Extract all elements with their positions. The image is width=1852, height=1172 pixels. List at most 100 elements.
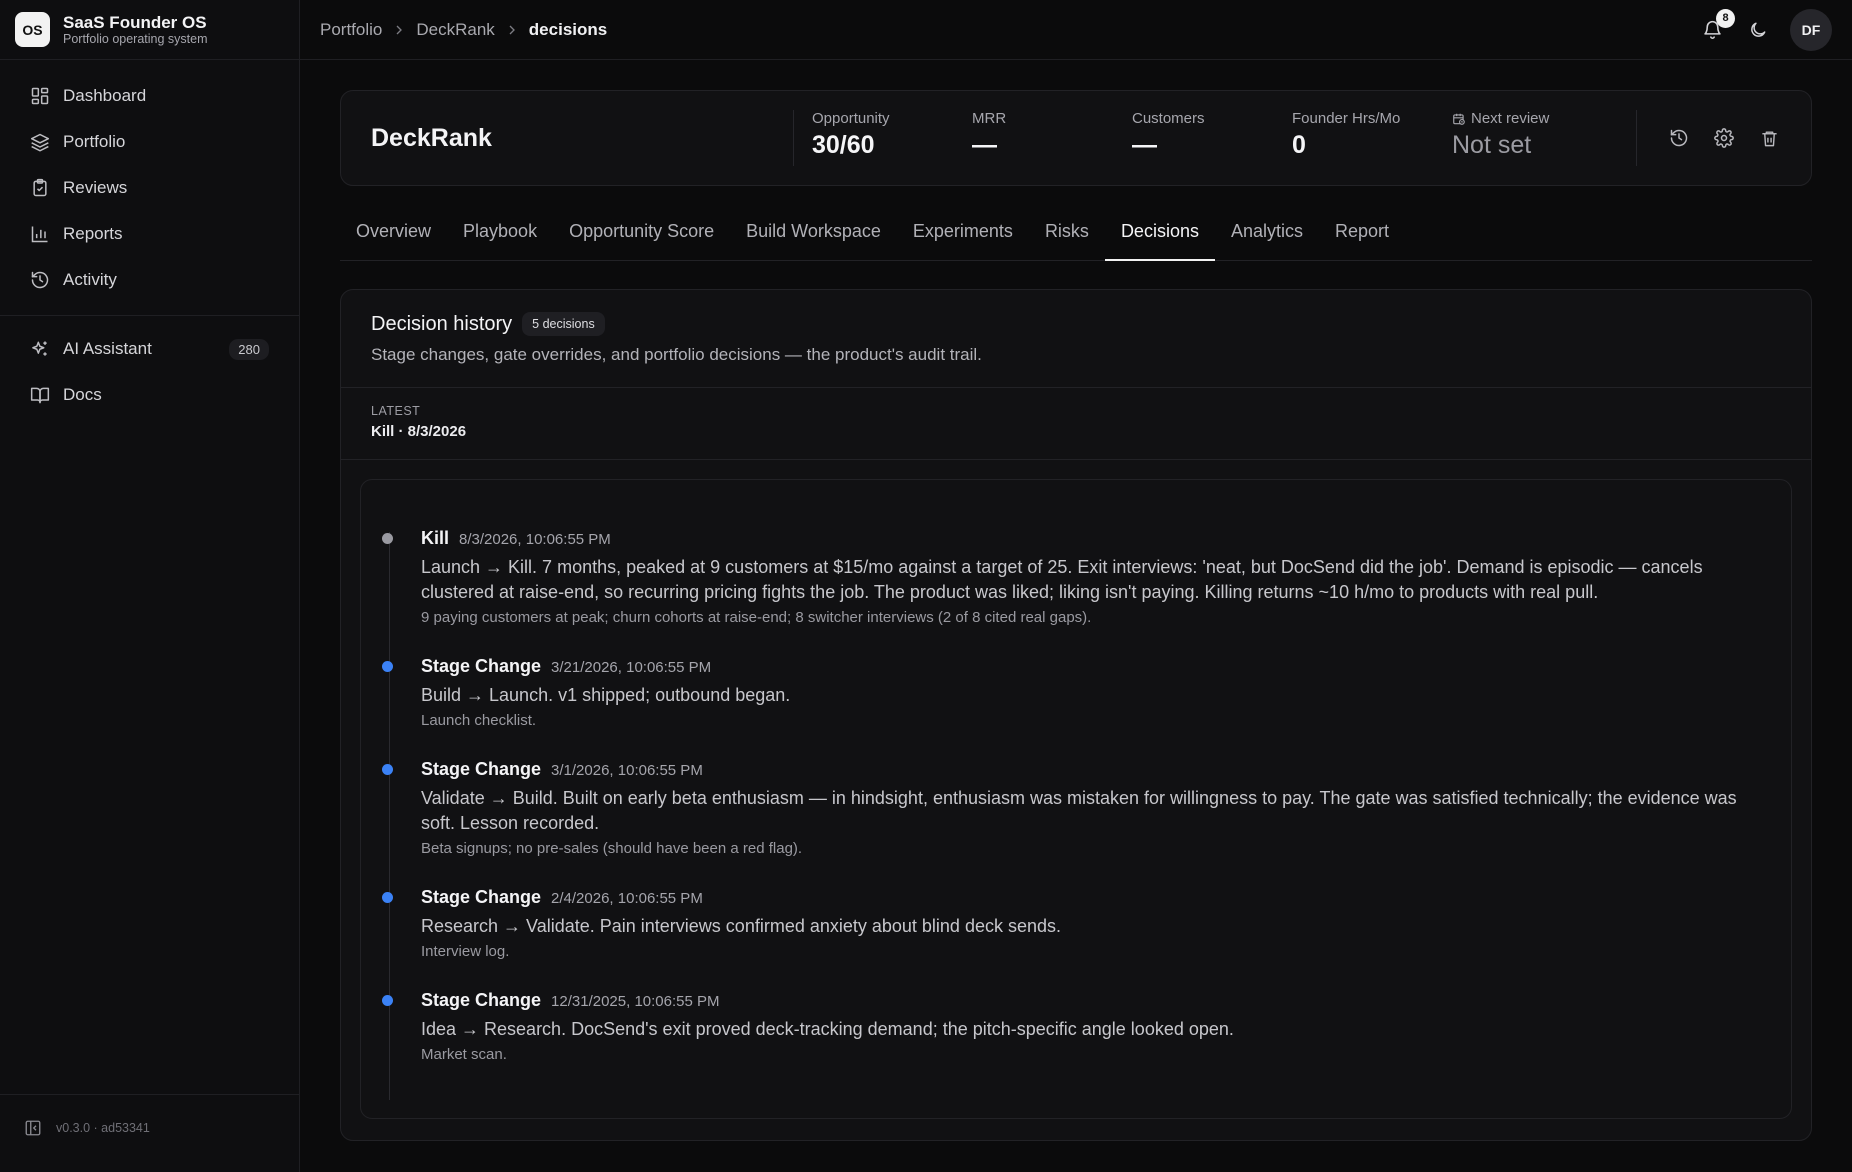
sidebar-item-label: Docs — [63, 385, 102, 404]
history-button[interactable] — [1667, 126, 1691, 150]
product-header-card: DeckRank Opportunity 30/60 MRR — Custome… — [340, 90, 1812, 186]
sidebar-item-label: Portfolio — [63, 132, 126, 151]
history-icon — [1669, 128, 1689, 148]
sidebar-item-docs[interactable]: Docs — [0, 372, 299, 418]
entry-evidence: Interview log. — [421, 943, 510, 960]
timeline-dot — [382, 995, 393, 1006]
product-tabs: Overview Playbook Opportunity Score Buil… — [340, 203, 1812, 261]
entry-evidence: Launch checklist. — [421, 712, 537, 729]
sidebar-item-activity[interactable]: Activity — [0, 257, 299, 303]
sidebar-item-ai-assistant[interactable]: AI Assistant 280 — [0, 326, 299, 372]
tab-experiments[interactable]: Experiments — [897, 203, 1029, 260]
theme-toggle-button[interactable] — [1746, 18, 1770, 42]
entry-date: 3/1/2026, 10:06:55 PM — [551, 762, 703, 779]
entry-text: Research → Validate. Pain interviews con… — [421, 916, 1062, 936]
calendar-clock-icon — [1452, 112, 1466, 126]
tab-report[interactable]: Report — [1319, 203, 1405, 260]
entry-type: Stage Change — [421, 887, 542, 907]
stat-label: MRR — [972, 110, 1007, 127]
breadcrumb-product[interactable]: DeckRank — [416, 20, 494, 40]
brand[interactable]: OS SaaS Founder OS Portfolio operating s… — [0, 0, 299, 60]
sidebar-item-portfolio[interactable]: Portfolio — [0, 119, 299, 165]
ai-assistant-count-badge: 280 — [229, 338, 269, 360]
avatar[interactable]: DF — [1790, 8, 1832, 51]
delete-button[interactable] — [1757, 126, 1781, 150]
sidebar-item-label: Reports — [63, 224, 123, 243]
section-title-row: Decision history 5 decisions — [371, 312, 1781, 336]
section-title: Decision history — [371, 312, 513, 335]
decision-history-card: Decision history 5 decisions Stage chang… — [340, 289, 1812, 1141]
sparkles-icon — [30, 339, 50, 359]
topbar-actions: 8 DF — [1678, 8, 1832, 51]
sidebar-item-reviews[interactable]: Reviews — [0, 165, 299, 211]
entry-evidence: Market scan. — [421, 1046, 507, 1063]
sidebar-item-dashboard[interactable]: Dashboard — [0, 73, 299, 119]
timeline-entry: Stage Change 2/4/2026, 10:06:55 PM Resea… — [382, 887, 1761, 960]
entry-text: Build → Launch. v1 shipped; outbound beg… — [421, 685, 791, 705]
entry-date: 2/4/2026, 10:06:55 PM — [551, 890, 703, 907]
chevron-right-icon — [391, 22, 407, 38]
entry-evidence: Beta signups; no pre-sales (should have … — [421, 840, 803, 857]
collapse-sidebar-icon[interactable] — [24, 1119, 42, 1137]
stat-founder-hours: Founder Hrs/Mo 0 — [1292, 110, 1452, 166]
stat-value: 0 — [1292, 131, 1306, 159]
tab-build-workspace[interactable]: Build Workspace — [730, 203, 897, 260]
entry-header: Stage Change 2/4/2026, 10:06:55 PM — [421, 887, 1761, 908]
entry-text: Validate → Build. Built on early beta en… — [421, 788, 1737, 833]
entry-type: Stage Change — [421, 990, 542, 1010]
product-actions — [1636, 110, 1781, 166]
entry-date: 8/3/2026, 10:06:55 PM — [459, 531, 611, 548]
stat-label: Customers — [1132, 110, 1205, 127]
sidebar-item-reports[interactable]: Reports — [0, 211, 299, 257]
stat-customers: Customers — — [1132, 110, 1292, 166]
sidebar-item-label: Reviews — [63, 178, 128, 197]
stat-opportunity: Opportunity 30/60 — [812, 110, 972, 166]
entry-type: Stage Change — [421, 759, 542, 779]
page-content: DeckRank Opportunity 30/60 MRR — Custome… — [300, 60, 1852, 1141]
sidebar-nav: Dashboard Portfolio Reviews Reports Acti… — [0, 60, 299, 418]
brand-subtitle: Portfolio operating system — [63, 32, 208, 47]
tab-opportunity-score[interactable]: Opportunity Score — [553, 203, 730, 260]
breadcrumb-portfolio[interactable]: Portfolio — [320, 20, 382, 40]
notification-count-badge: 8 — [1716, 8, 1735, 28]
app-root: OS SaaS Founder OS Portfolio operating s… — [0, 0, 1852, 1172]
stat-label: Next review — [1452, 110, 1612, 127]
stat-value: — — [972, 131, 997, 159]
trash-icon — [1760, 129, 1779, 148]
history-icon — [30, 270, 50, 290]
page-title: DeckRank — [371, 123, 492, 152]
chevron-right-icon — [504, 22, 520, 38]
sidebar-divider — [0, 315, 299, 316]
entry-type: Stage Change — [421, 656, 542, 676]
sidebar-footer: v0.3.0 · ad53341 — [0, 1094, 299, 1172]
latest-decision: LATEST Kill · 8/3/2026 — [341, 388, 1811, 460]
stat-value: — — [1132, 131, 1157, 159]
entry-date: 12/31/2025, 10:06:55 PM — [551, 993, 720, 1010]
tab-analytics[interactable]: Analytics — [1215, 203, 1319, 260]
settings-button[interactable] — [1712, 126, 1736, 150]
entry-header: Stage Change 3/1/2026, 10:06:55 PM — [421, 759, 1761, 780]
topbar: Portfolio DeckRank decisions 8 DF — [300, 0, 1852, 60]
tab-playbook[interactable]: Playbook — [447, 203, 553, 260]
stat-next-review[interactable]: Next review Not set — [1452, 110, 1612, 166]
notifications-button[interactable]: 8 — [1700, 8, 1735, 42]
breadcrumb: Portfolio DeckRank decisions — [320, 20, 607, 40]
stat-value: Not set — [1452, 131, 1532, 159]
sidebar-item-label: Dashboard — [63, 86, 147, 105]
entry-header: Kill 8/3/2026, 10:06:55 PM — [421, 528, 1761, 549]
tab-decisions[interactable]: Decisions — [1104, 203, 1215, 261]
version-label: v0.3.0 · ad53341 — [56, 1120, 150, 1135]
timeline-entry: Stage Change 3/21/2026, 10:06:55 PM Buil… — [382, 656, 1761, 729]
sidebar-item-label: AI Assistant — [63, 339, 152, 358]
sidebar: OS SaaS Founder OS Portfolio operating s… — [0, 0, 300, 1172]
timeline-entry: Stage Change 3/1/2026, 10:06:55 PM Valid… — [382, 759, 1761, 857]
tab-risks[interactable]: Risks — [1029, 203, 1105, 260]
brand-name: SaaS Founder OS — [63, 12, 207, 32]
entry-header: Stage Change 12/31/2025, 10:06:55 PM — [421, 990, 1761, 1011]
dashboard-icon — [30, 86, 50, 106]
stat-label: Opportunity — [812, 110, 890, 127]
timeline-dot — [382, 764, 393, 775]
tab-overview[interactable]: Overview — [340, 203, 447, 260]
product-stats: Opportunity 30/60 MRR — Customers — Foun… — [793, 110, 1612, 166]
timeline-dot — [382, 892, 393, 903]
